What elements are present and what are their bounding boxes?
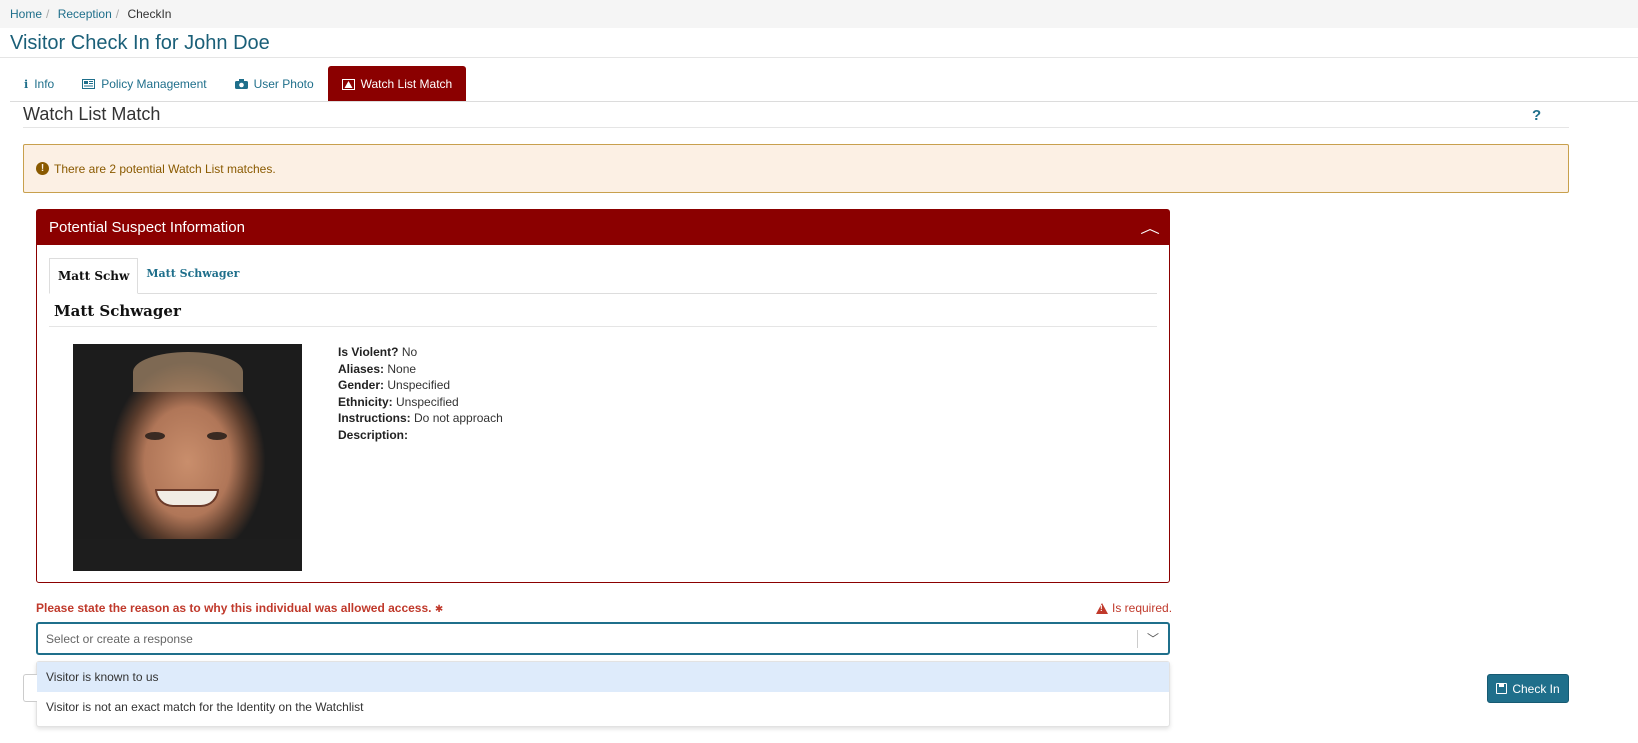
detail-row: Aliases: None xyxy=(338,361,503,378)
tab-policy-management[interactable]: Policy Management xyxy=(68,66,220,102)
detail-row: Is Violent? No xyxy=(338,344,503,361)
detail-label: Aliases: xyxy=(338,361,385,376)
camera-icon xyxy=(234,79,248,89)
reason-option[interactable]: Visitor is not an exact match for the Id… xyxy=(37,692,1169,722)
detail-row: Ethnicity: Unspecified xyxy=(338,394,503,411)
reason-input[interactable] xyxy=(38,624,1137,653)
breadcrumb-home-link[interactable]: Home xyxy=(10,7,42,21)
detail-value: Unspecified xyxy=(387,378,451,392)
detail-value: No xyxy=(401,345,418,359)
divider xyxy=(23,127,1569,128)
section-title: Watch List Match xyxy=(23,104,161,124)
tab-info[interactable]: i Info xyxy=(10,66,68,102)
check-in-label: Check In xyxy=(1512,681,1560,696)
suspect-tab-2[interactable]: Matt Schwager xyxy=(138,258,247,288)
panel-title: Potential Suspect Information xyxy=(49,219,245,236)
back-button[interactable] xyxy=(23,674,37,702)
reason-dropdown: Visitor is known to us Visitor is not an… xyxy=(36,661,1170,727)
suspect-photo xyxy=(73,344,302,571)
breadcrumb-reception-link[interactable]: Reception xyxy=(58,7,112,21)
tab-label: User Photo xyxy=(253,77,314,91)
suspect-tabs: Matt Schw Matt Schwager xyxy=(49,258,1157,294)
main-tabs: i Info Policy Management User Photo Watc… xyxy=(10,66,467,102)
help-icon[interactable]: ? xyxy=(1532,107,1541,124)
required-marker: ✱ xyxy=(434,604,444,615)
suspect-name: Matt Schwager xyxy=(54,302,181,320)
required-message: Is required. xyxy=(1096,601,1172,615)
tab-watch-list-match[interactable]: Watch List Match xyxy=(327,66,467,102)
watchlist-alert: ! There are 2 potential Watch List match… xyxy=(23,144,1569,193)
tab-user-photo[interactable]: User Photo xyxy=(221,66,328,102)
page-title: Visitor Check In for John Doe xyxy=(10,32,270,54)
detail-row: Instructions: Do not approach xyxy=(338,410,503,427)
detail-label: Instructions: xyxy=(338,411,411,425)
divider xyxy=(10,101,1638,102)
reason-select[interactable]: ﹀ xyxy=(36,622,1170,655)
reason-option[interactable]: Visitor is known to us xyxy=(37,662,1169,692)
detail-label: Is Violent? xyxy=(338,345,399,359)
suspect-tab-1[interactable]: Matt Schw xyxy=(49,258,139,294)
newspaper-icon xyxy=(82,79,96,89)
tab-label: Watch List Match xyxy=(360,77,453,91)
tab-label: Policy Management xyxy=(101,77,207,91)
detail-label: Ethnicity: xyxy=(338,394,393,409)
check-in-button[interactable]: Check In xyxy=(1487,674,1569,703)
photo-hair xyxy=(133,352,243,392)
suspect-panel: Potential Suspect Information ︿ Matt Sch… xyxy=(36,209,1170,583)
detail-value: Unspecified xyxy=(396,394,459,409)
save-icon xyxy=(1496,683,1508,694)
photo-mouth xyxy=(155,489,219,507)
detail-value: None xyxy=(387,361,417,376)
chevron-down-icon[interactable]: ﹀ xyxy=(1138,630,1168,647)
chevron-up-icon[interactable]: ︿ xyxy=(1140,218,1160,238)
suspect-details: Is Violent? No Aliases: None Gender: Uns… xyxy=(338,344,503,443)
divider xyxy=(0,57,1638,58)
photo-eye xyxy=(207,432,227,440)
reason-label: Please state the reason as to why this i… xyxy=(36,601,443,615)
detail-label: Gender: xyxy=(338,378,385,392)
detail-value: Do not approach xyxy=(414,411,503,425)
breadcrumb-current: CheckIn xyxy=(127,7,172,21)
alert-text: There are 2 potential Watch List matches… xyxy=(54,161,276,176)
divider xyxy=(49,326,1157,327)
exclamation-circle-icon: ! xyxy=(36,162,49,175)
photo-shirt xyxy=(73,539,302,571)
tab-label: Info xyxy=(34,77,55,91)
detail-label: Description: xyxy=(338,427,409,442)
panel-header[interactable]: Potential Suspect Information ︿ xyxy=(37,210,1169,245)
reason-label-text: Please state the reason as to why this i… xyxy=(36,601,432,615)
info-icon: i xyxy=(24,77,29,91)
detail-row: Gender: Unspecified xyxy=(338,377,503,394)
breadcrumb-separator: / xyxy=(46,7,50,21)
warning-icon xyxy=(341,78,355,90)
required-message-text: Is required. xyxy=(1112,601,1173,615)
breadcrumb: Home / Reception / CheckIn xyxy=(0,0,1638,28)
photo-eye xyxy=(145,432,165,440)
detail-row: Description: xyxy=(338,427,503,444)
breadcrumb-separator: / xyxy=(115,7,120,21)
warning-triangle-icon xyxy=(1096,602,1108,614)
